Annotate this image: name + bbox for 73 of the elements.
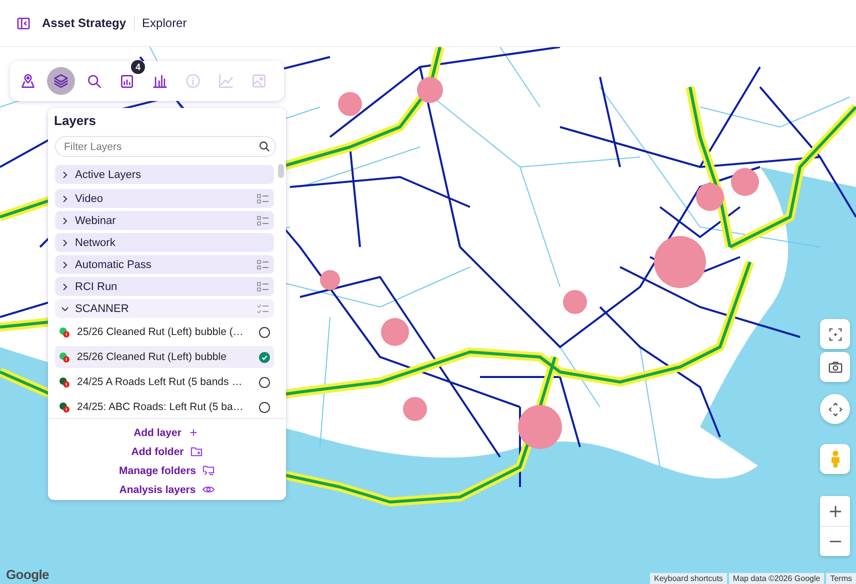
scrollbar-thumb[interactable] xyxy=(278,164,284,178)
chevron-icon xyxy=(61,216,69,224)
group-label: Automatic Pass xyxy=(75,258,152,270)
group-label: RCI Run xyxy=(75,280,118,292)
line-chart-icon xyxy=(218,73,234,89)
camera-button[interactable] xyxy=(820,352,850,382)
layer-name: 24/25 A Roads Left Rut (5 bands … xyxy=(77,376,244,388)
layer-radio[interactable] xyxy=(259,352,270,362)
arrows-icon xyxy=(828,402,842,416)
group-label: Video xyxy=(75,192,104,204)
fullscreen-icon xyxy=(828,326,842,342)
layer-group[interactable]: Network xyxy=(55,233,274,252)
layer-group[interactable]: SCANNER xyxy=(55,299,274,318)
info-icon xyxy=(185,73,201,89)
count-badge: 4 xyxy=(131,60,145,74)
layer-radio[interactable] xyxy=(259,376,270,388)
panel-action-link[interactable]: Manage folders xyxy=(114,462,220,479)
attribution-link[interactable]: Terms xyxy=(826,573,856,584)
bar-chart-icon xyxy=(152,73,168,89)
layer-group[interactable]: Video xyxy=(55,189,274,208)
layers-icon xyxy=(53,73,69,89)
layer-row[interactable]: 25/26 Cleaned Rut (Left) bubble (… xyxy=(55,321,274,343)
layer-row[interactable]: 24/25 A Roads Left Rut (5 bands … xyxy=(55,371,274,393)
tool-button[interactable] xyxy=(47,67,75,95)
group-label: SCANNER xyxy=(75,302,130,314)
panel-title: Layers xyxy=(53,112,97,130)
layer-group[interactable]: RCI Run xyxy=(55,277,274,296)
search-icon xyxy=(86,73,102,89)
legend-icon[interactable] xyxy=(257,282,269,292)
plus-icon xyxy=(828,504,842,518)
layer-group[interactable]: Automatic Pass xyxy=(55,255,274,274)
panel-action-link[interactable]: Add folder xyxy=(127,443,207,460)
chevron-icon xyxy=(61,260,69,268)
group-label: Active Layers xyxy=(75,168,142,180)
camera-icon xyxy=(828,360,842,374)
map-pin-icon xyxy=(20,73,36,89)
legend-icon[interactable] xyxy=(257,260,269,270)
chevron-icon xyxy=(61,194,69,202)
checklist-icon[interactable] xyxy=(257,304,269,314)
group-label: Webinar xyxy=(75,214,117,226)
legend-icon[interactable] xyxy=(257,216,269,226)
chevron-icon xyxy=(61,304,69,312)
layer-radio[interactable] xyxy=(259,402,270,412)
layer-row[interactable]: 24/25: ABC Roads: Left Rut (5 ba… xyxy=(55,396,274,418)
search-icon xyxy=(259,141,270,152)
eye-icon xyxy=(202,484,215,495)
folder-icon xyxy=(202,465,216,476)
page-title: Explorer xyxy=(141,16,187,30)
image-icon xyxy=(251,73,267,89)
folder-plus-icon xyxy=(190,446,203,457)
fullscreen-button[interactable] xyxy=(820,319,850,349)
app-title: Asset Strategy xyxy=(42,16,136,30)
group-label: Network xyxy=(75,236,116,248)
chevron-icon xyxy=(61,238,69,246)
check-icon xyxy=(260,352,269,362)
layer-group[interactable]: Webinar xyxy=(55,211,274,230)
chevron-icon xyxy=(61,170,69,178)
filter-field[interactable]: Filter Layers xyxy=(55,136,276,157)
legend-icon[interactable] xyxy=(257,194,269,204)
attribution-link[interactable]: Map data ©2026 Google xyxy=(728,573,824,584)
sidebar-toggle-icon[interactable] xyxy=(17,16,30,30)
panel-action-link[interactable]: Analysis layers xyxy=(115,481,219,498)
attribution-link[interactable]: Keyboard shortcuts xyxy=(650,573,727,584)
map-logo: Google xyxy=(6,567,49,582)
layer-name: 25/26 Cleaned Rut (Left) bubble xyxy=(77,351,228,363)
layer-row[interactable]: 25/26 Cleaned Rut (Left) bubble xyxy=(55,346,274,368)
layer-radio[interactable] xyxy=(259,326,270,338)
report-icon xyxy=(119,73,135,89)
layer-name: 24/25: ABC Roads: Left Rut (5 ba… xyxy=(77,401,244,413)
panel-action-link[interactable]: Add layer xyxy=(130,424,204,441)
chevron-icon xyxy=(61,282,69,290)
layer-name: 25/26 Cleaned Rut (Left) bubble (… xyxy=(77,326,244,338)
layer-group[interactable]: Active Layers xyxy=(55,165,274,184)
